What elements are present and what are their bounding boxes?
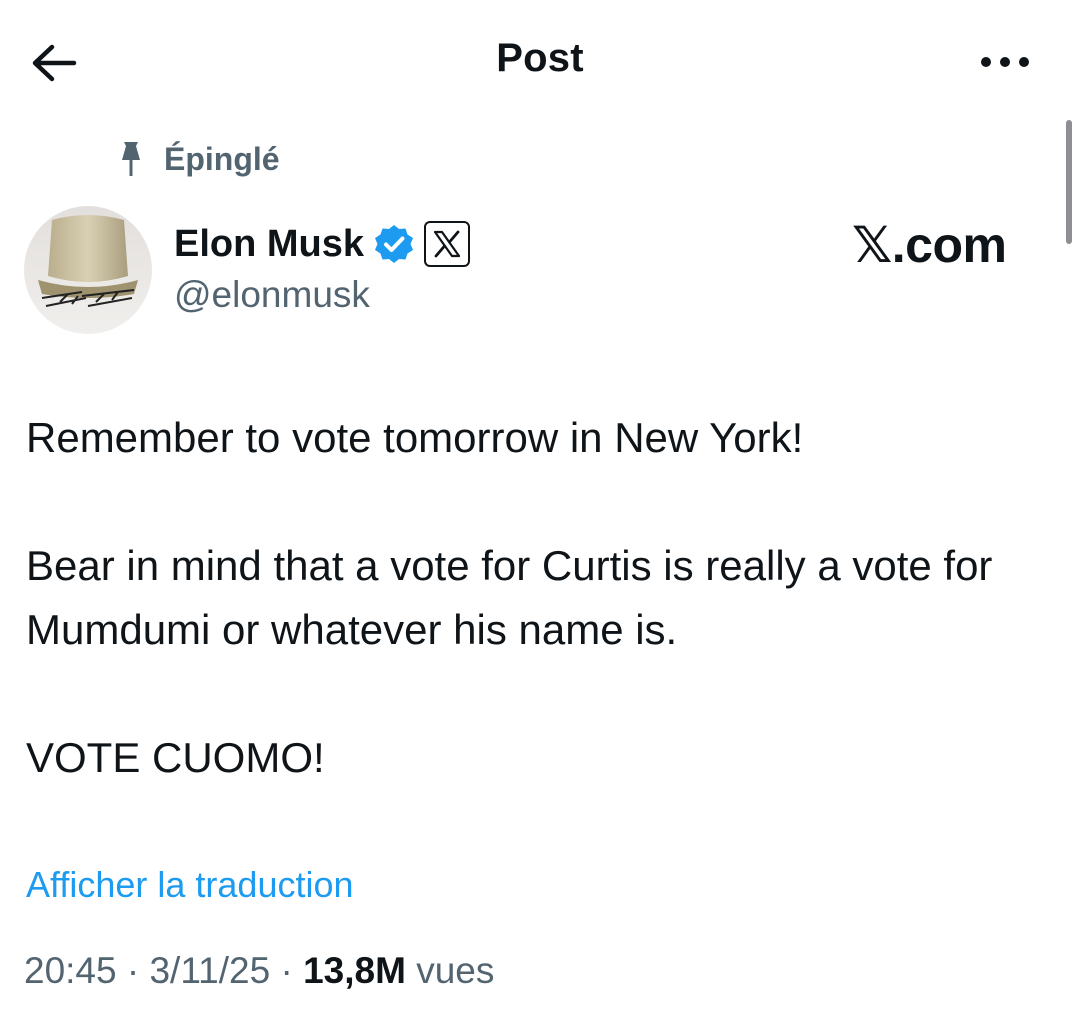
more-options-button[interactable] — [972, 40, 1038, 84]
pinned-label: Épinglé — [164, 140, 280, 177]
affiliate-badge[interactable] — [424, 221, 471, 267]
post-paragraph: Bear in mind that a vote for Curtis is r… — [26, 542, 993, 653]
more-horizontal-icon — [981, 57, 1029, 67]
post-paragraph: Remember to vote tomorrow in New York! — [26, 414, 804, 461]
views-count[interactable]: 13,8M — [303, 950, 406, 991]
author-name-row: Elon Musk — [174, 216, 471, 272]
post-paragraph: VOTE CUOMO! — [26, 734, 325, 781]
post-body: Remember to vote tomorrow in New York! B… — [26, 406, 1046, 854]
x-logo-icon — [433, 230, 461, 258]
post-meta: 20:45 · 3/11/25 · 13,8M vues — [24, 950, 494, 992]
avatar-image — [24, 206, 152, 334]
post-time: 20:45 — [24, 950, 117, 991]
views-label: vues — [416, 950, 495, 991]
top-bar: Post — [0, 0, 1080, 120]
show-translation-link[interactable]: Afficher la traduction — [26, 864, 354, 906]
author-handle[interactable]: @elonmusk — [174, 274, 370, 316]
avatar[interactable] — [24, 206, 152, 334]
pin-icon — [122, 142, 140, 176]
pinned-indicator: Épinglé — [116, 136, 280, 182]
scrollbar[interactable] — [1066, 120, 1072, 244]
verified-badge-icon — [375, 225, 414, 263]
author-name[interactable]: Elon Musk — [174, 223, 364, 266]
meta-separator: · — [270, 950, 304, 991]
post-date: 3/11/25 — [149, 950, 271, 991]
page-title: Post — [496, 36, 584, 80]
meta-separator: · — [116, 950, 150, 991]
x-com-watermark: 𝕏.com — [852, 217, 1007, 273]
